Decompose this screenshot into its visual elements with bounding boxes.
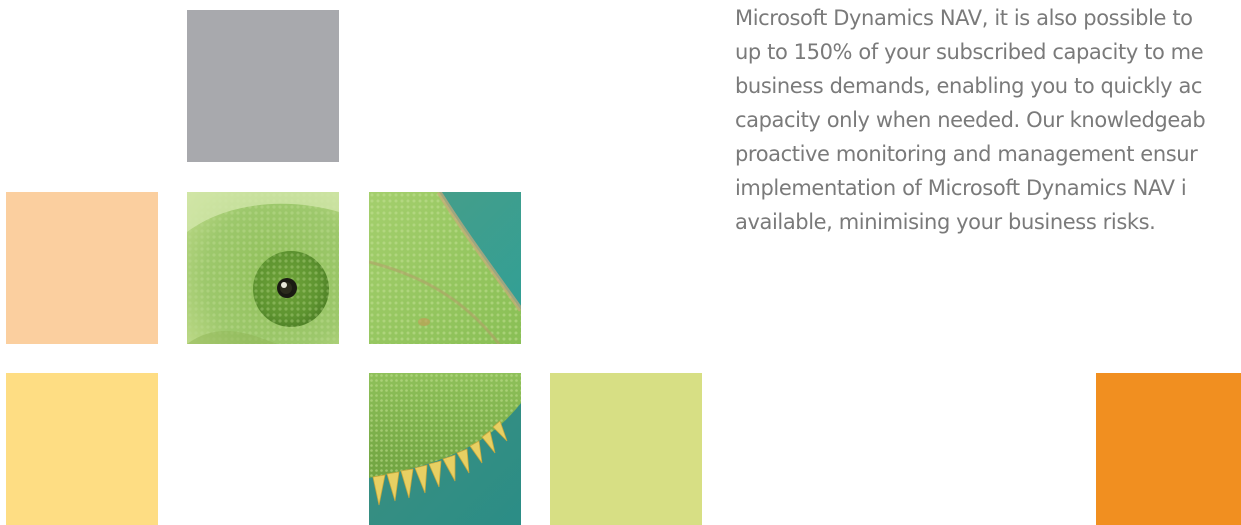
paragraph-line: available, minimising your business risk… [735,210,1156,234]
paragraph-line: Microsoft Dynamics NAV, it is also possi… [735,6,1193,30]
lime-tile [550,373,702,525]
gray-tile [187,10,339,162]
yellow-tile [6,373,158,525]
paragraph-line: business demands, enabling you to quickl… [735,74,1203,98]
paragraph-line: capacity only when needed. Our knowledge… [735,108,1206,132]
chameleon-crest-photo [369,192,521,344]
paragraph-line: up to 150% of your subscribed capacity t… [735,40,1204,64]
chameleon-spikes-photo [369,373,521,525]
orange-tile [1096,373,1241,525]
peach-tile [6,192,158,344]
paragraph-line: proactive monitoring and management ensu… [735,142,1198,166]
body-paragraph: Microsoft Dynamics NAV, it is also possi… [735,0,1241,300]
chameleon-eye-photo [187,192,339,344]
paragraph-line: implementation of Microsoft Dynamics NAV… [735,176,1187,200]
